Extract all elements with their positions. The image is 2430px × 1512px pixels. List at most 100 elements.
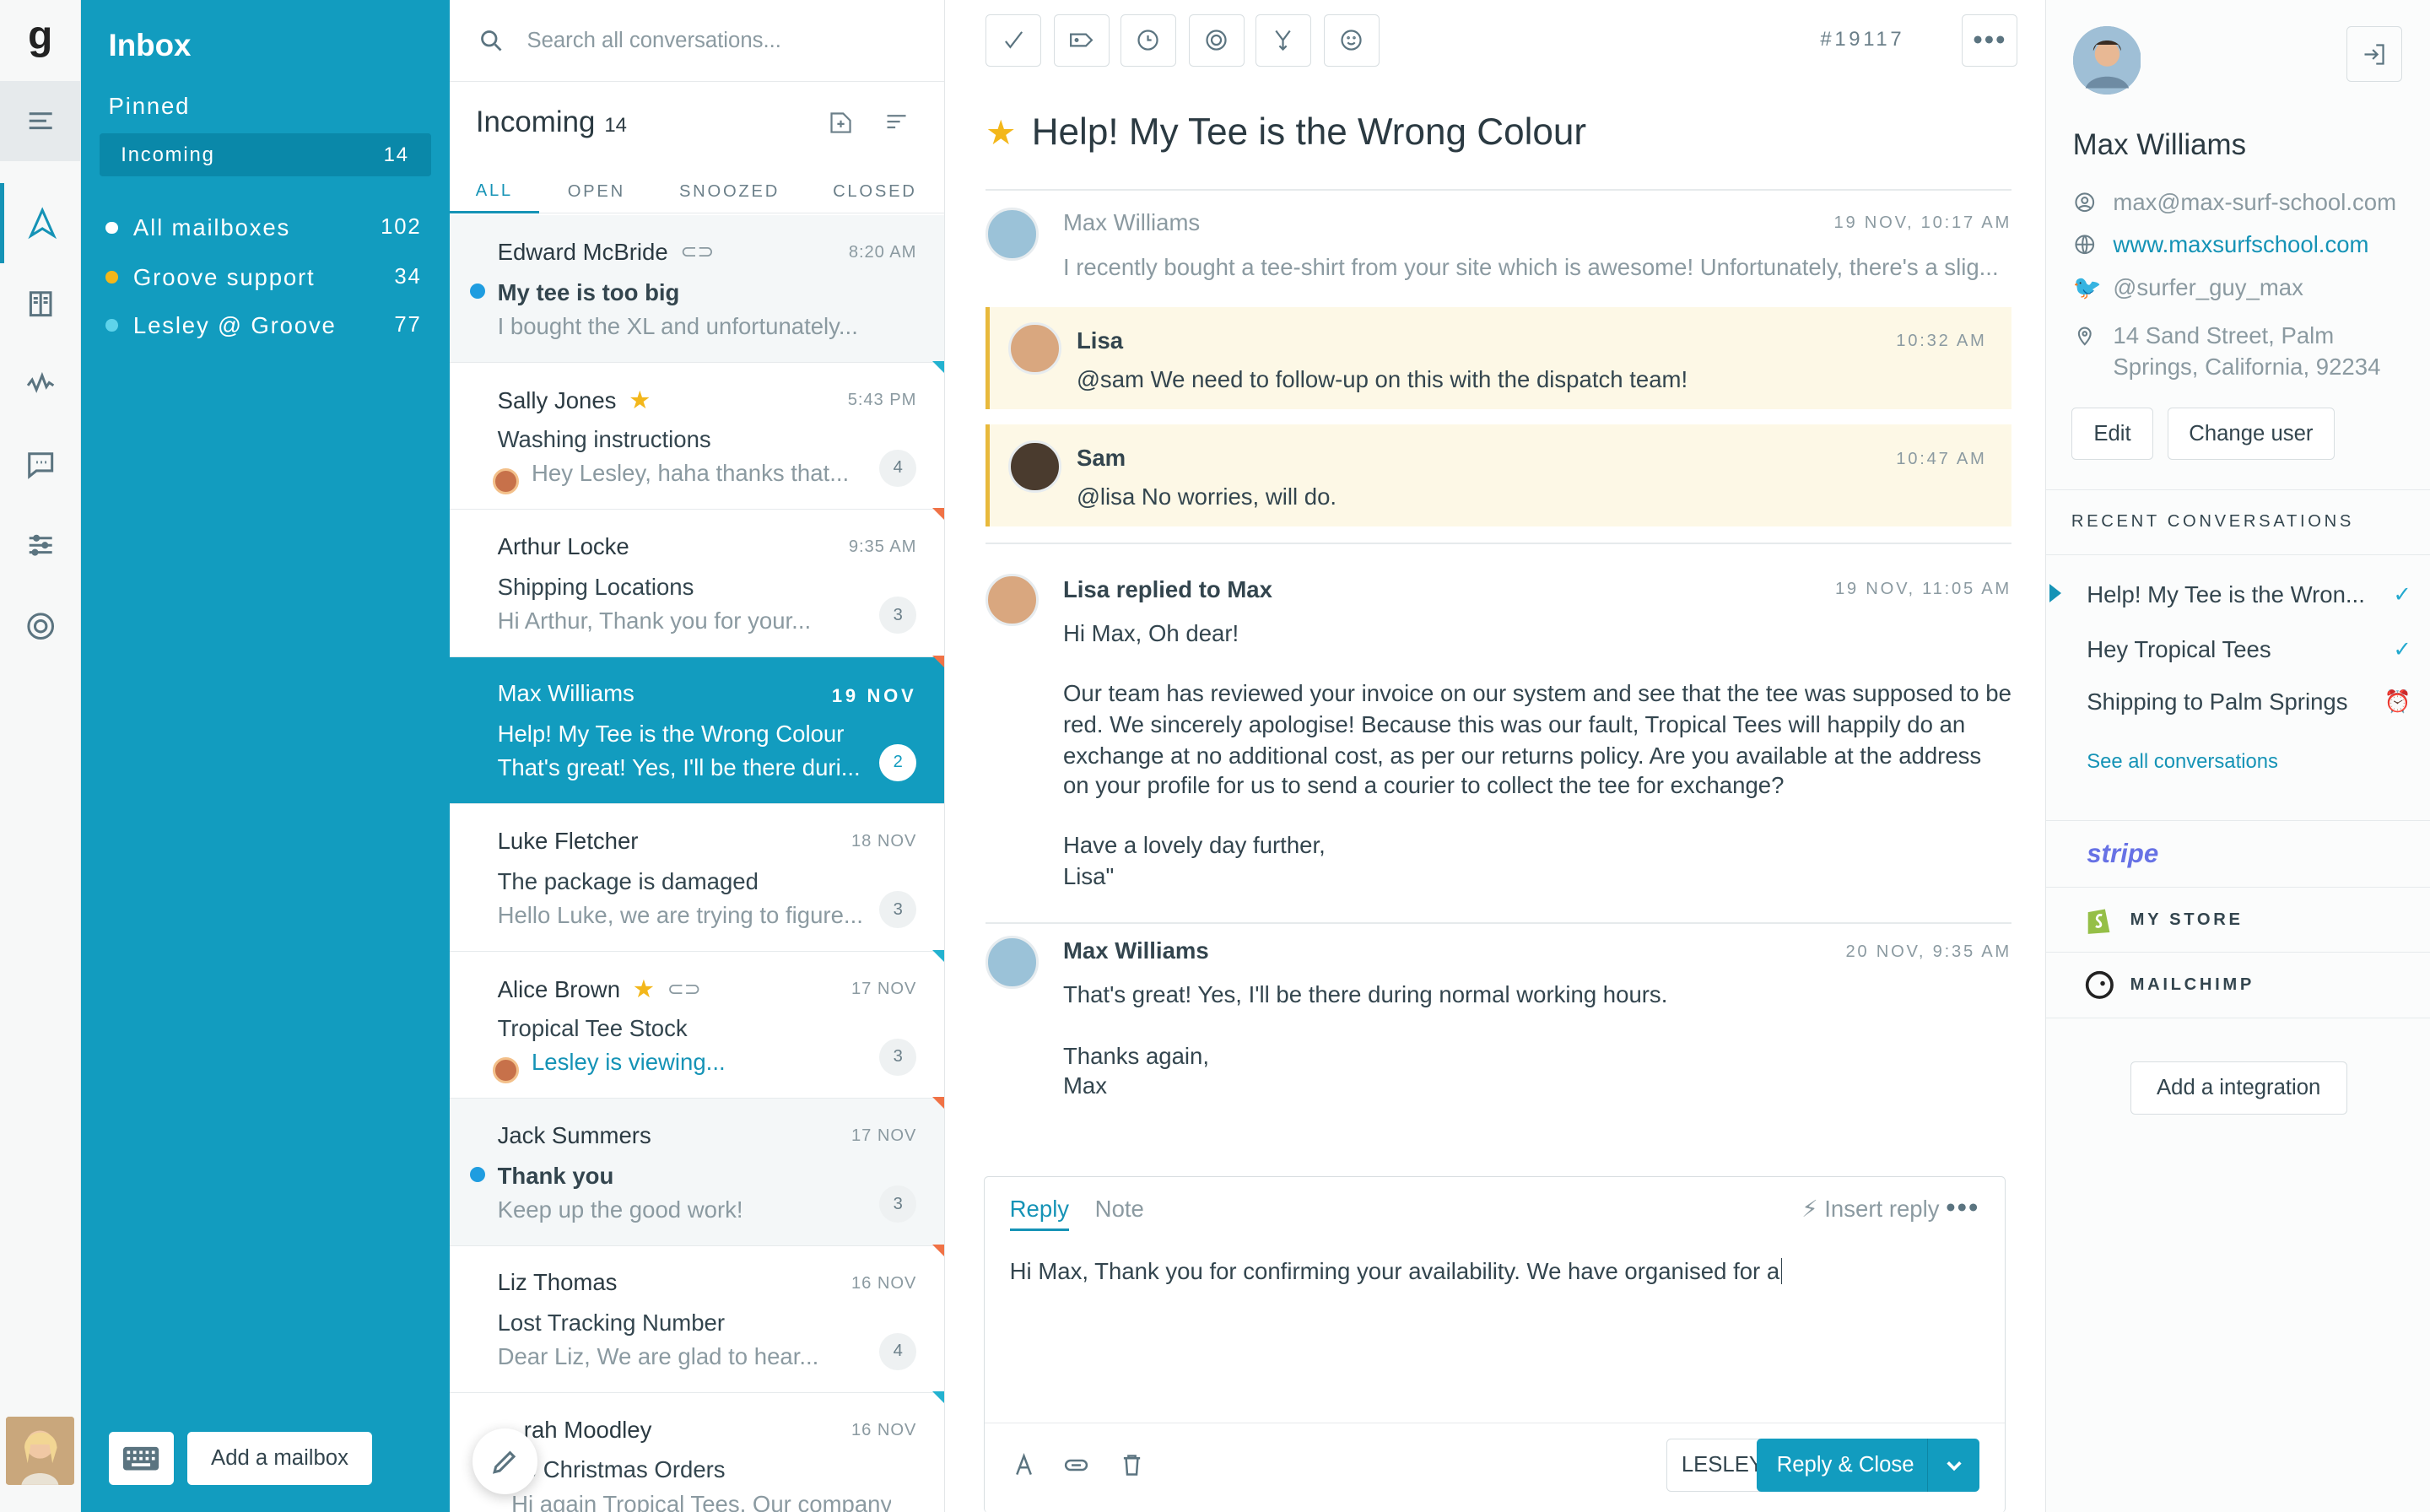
globe-icon — [2075, 234, 2094, 254]
rail-chat-button[interactable] — [0, 424, 81, 505]
internal-note: Sam 10:47 AM @lisa No worries, will do. — [986, 424, 2012, 527]
close-conversation-button[interactable] — [986, 14, 1042, 67]
reply-composer: Reply Note ⚡ Insert reply ••• Hi Max, Th… — [984, 1176, 2006, 1512]
search-input[interactable]: Search all conversations... — [526, 29, 780, 53]
more-options-button[interactable]: ••• — [1962, 14, 2018, 67]
conversation-item-selected[interactable]: Max Williams 19 NOV Help! My Tee is the … — [449, 655, 945, 805]
conversation-item[interactable]: Jack Summers 17 NOV Thank you Keep up th… — [449, 1097, 945, 1246]
mailbox-label: Groove support — [132, 263, 316, 290]
tag-button[interactable] — [1053, 14, 1110, 67]
see-all-conversations-link[interactable]: See all conversations — [2087, 750, 2278, 774]
search-bar[interactable]: Search all conversations... — [449, 0, 945, 83]
current-user-avatar[interactable] — [6, 1416, 75, 1485]
sidebar-title: Inbox — [108, 28, 192, 63]
message-date: 19 NOV, 11:05 AM — [1834, 579, 2012, 598]
conversation-item[interactable]: Edward McBride ⊂⊃ 8:20 AM My tee is too b… — [449, 215, 945, 363]
conversation-subject: Washing instructions — [497, 426, 711, 453]
menu-toggle-button[interactable] — [0, 80, 81, 161]
conversation-time: 8:20 AM — [848, 243, 917, 262]
attach-button[interactable] — [1062, 1451, 1090, 1479]
text-format-icon — [1015, 1453, 1032, 1476]
recent-conversation-item[interactable]: Shipping to Palm Springs ⏰ — [2087, 685, 2411, 719]
star-icon[interactable]: ★ — [986, 112, 1016, 153]
integration-label: MAILCHIMP — [2130, 975, 2255, 994]
conversation-item[interactable]: Luke Fletcher 18 NOV The package is dama… — [449, 804, 945, 952]
closed-check-icon: ✓ — [2393, 583, 2411, 608]
tag-icon — [1070, 33, 1094, 47]
ticket-number: #19117 — [1820, 28, 1905, 51]
reply-textarea[interactable]: Hi Max, Thank you for confirming your av… — [1010, 1257, 1783, 1285]
tab-open[interactable]: OPEN — [539, 170, 654, 213]
list-actions — [827, 109, 910, 137]
message-line: Thanks again, — [1062, 1043, 1209, 1070]
integration-stripe[interactable]: stripe — [2046, 819, 2430, 887]
rail-reports-button[interactable] — [0, 344, 81, 425]
new-folder-icon[interactable] — [827, 109, 855, 137]
tab-closed[interactable]: CLOSED — [805, 170, 944, 213]
insert-reply-button[interactable]: ⚡ Insert reply — [1801, 1196, 1939, 1223]
snooze-button[interactable] — [1120, 14, 1177, 67]
groove-logo[interactable]: g — [0, 13, 81, 59]
trash-icon — [1124, 1455, 1141, 1476]
star-icon[interactable]: ★ — [633, 975, 655, 1004]
closed-check-icon: ✓ — [2393, 637, 2411, 662]
emoji-button[interactable] — [1323, 14, 1380, 67]
keyboard-shortcuts-button[interactable] — [108, 1432, 174, 1485]
pinned-item-incoming[interactable]: Incoming 14 — [99, 132, 431, 177]
sort-icon[interactable] — [883, 109, 910, 137]
compose-button[interactable] — [472, 1428, 538, 1494]
edit-customer-button[interactable]: Edit — [2071, 408, 2154, 461]
customer-website-link[interactable]: www.maxsurfschool.com — [2073, 230, 2415, 264]
mailbox-lesley[interactable]: Lesley @ Groove 77 — [105, 307, 422, 344]
conversation-item[interactable]: Sally Jones ★ 5:43 PM Washing instruction… — [449, 360, 945, 510]
status-corner — [932, 360, 945, 373]
message-sender: Lisa replied to Max — [1062, 576, 1272, 603]
customer-twitter: 🐦 @surfer_guy_max — [2073, 273, 2415, 304]
message-line: Our team has reviewed your invoice on ou… — [1062, 680, 2012, 707]
composer-more-button[interactable]: ••• — [1946, 1192, 1979, 1224]
recent-conversation-item[interactable]: Help! My Tee is the Wron... ✓ — [2087, 578, 2411, 612]
merge-button[interactable] — [1255, 14, 1311, 67]
close-panel-button[interactable] — [2346, 26, 2402, 83]
reply-and-close-button[interactable]: Reply & Close — [1756, 1439, 1980, 1492]
rail-knowledge-base-button[interactable] — [0, 263, 81, 344]
conversation-sender: Alice Brown ★ ⊂⊃ — [497, 975, 701, 1004]
mailbox-sidebar: Inbox Pinned Incoming 14 All mailboxes 1… — [80, 0, 450, 1512]
add-mailbox-button[interactable]: Add a mailbox — [187, 1432, 372, 1485]
send-options-dropdown[interactable] — [1926, 1439, 1979, 1492]
conversation-preview: That's great! Yes, I'll be there duri... — [497, 754, 861, 781]
conversation-item[interactable]: Liz Thomas 16 NOV Lost Tracking Number D… — [449, 1244, 945, 1394]
tab-snoozed[interactable]: SNOOZED — [654, 170, 806, 213]
ellipsis-icon: ••• — [1973, 24, 2007, 56]
keyboard-icon — [123, 1446, 159, 1471]
mailbox-groove-support[interactable]: Groove support 34 — [105, 259, 422, 296]
conversation-item[interactable]: Alice Brown ★ ⊂⊃ 17 NOV Tropical Tee Stock… — [449, 949, 945, 1099]
conversation-time: 17 NOV — [851, 979, 917, 998]
rail-help-button[interactable] — [0, 586, 81, 667]
change-user-button[interactable]: Change user — [2167, 408, 2336, 461]
composer-toolbar: LESLEY Reply & Close — [985, 1423, 2005, 1512]
delete-draft-button[interactable] — [1118, 1451, 1146, 1479]
viewing-indicator: Lesley is viewing... — [531, 1049, 726, 1076]
recent-conversation-item[interactable]: Hey Tropical Tees ✓ — [2087, 632, 2411, 666]
add-integration-button[interactable]: Add a integration — [2130, 1061, 2347, 1115]
conversation-subject: e Christmas Orders — [523, 1456, 726, 1483]
integration-mailchimp[interactable]: MAILCHIMP — [2046, 951, 2430, 1018]
list-heading: Incoming 14 — [476, 105, 627, 139]
conversation-item[interactable]: Arthur Locke 9:35 AM Shipping Locations … — [449, 508, 945, 657]
rail-settings-button[interactable] — [0, 505, 81, 586]
send-label: Reply & Close — [1776, 1453, 1914, 1477]
format-text-button[interactable] — [1010, 1451, 1038, 1479]
tab-reply[interactable]: Reply — [1009, 1196, 1070, 1232]
star-icon[interactable]: ★ — [629, 386, 651, 415]
integration-my-store[interactable]: MY STORE — [2046, 886, 2430, 953]
tab-all[interactable]: ALL — [449, 170, 539, 214]
follow-button[interactable] — [1188, 14, 1245, 67]
mailbox-count: 77 — [394, 313, 422, 338]
inbox-arrow-icon — [28, 207, 57, 240]
conversation-subject: My tee is too big — [497, 278, 680, 305]
rail-inbox-button[interactable] — [0, 182, 81, 264]
message-collapsed[interactable]: Max Williams 19 NOV, 10:17 AM I recently… — [986, 189, 2012, 291]
mailbox-all[interactable]: All mailboxes 102 — [105, 209, 422, 246]
tab-note[interactable]: Note — [1095, 1196, 1144, 1223]
